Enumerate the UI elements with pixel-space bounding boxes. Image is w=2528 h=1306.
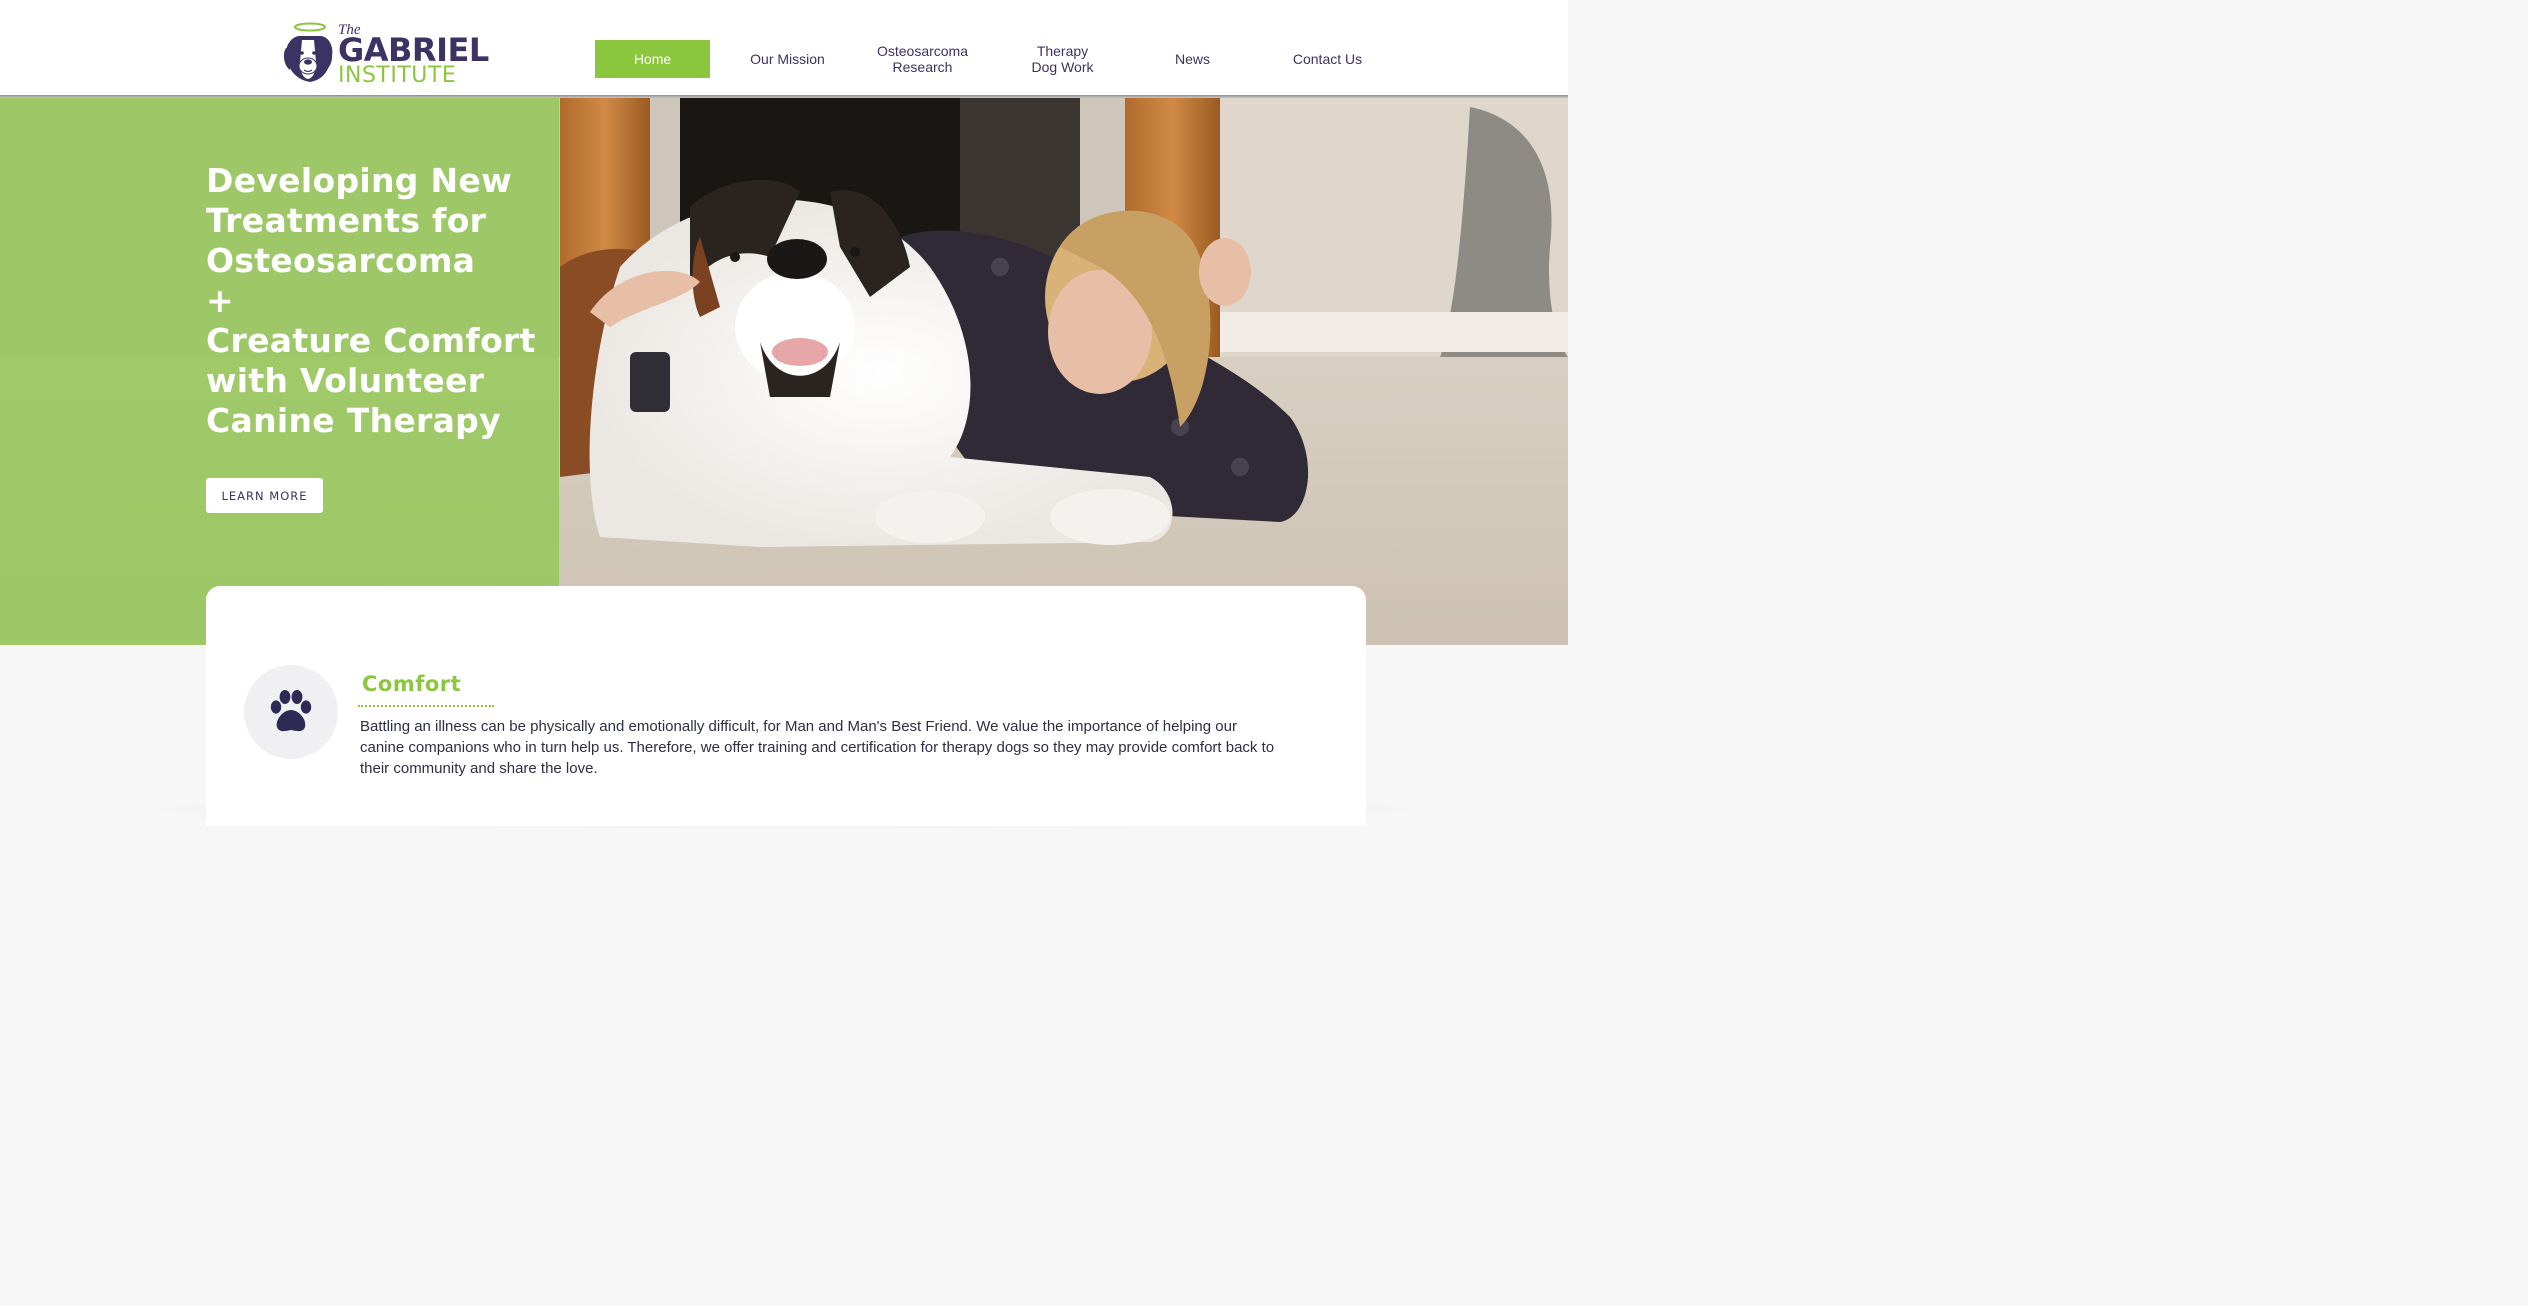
- nav-news[interactable]: News: [1135, 40, 1250, 78]
- section-title: Comfort: [362, 672, 462, 696]
- learn-more-button[interactable]: LEARN MORE: [206, 478, 323, 513]
- hero-title: Developing New Treatments for Osteosarco…: [206, 161, 536, 440]
- comfort-card: Comfort Battling an illness can be physi…: [206, 586, 1366, 826]
- paw-icon: [270, 690, 312, 732]
- logo-sub-text: INSTITUTE: [338, 63, 457, 88]
- nav-therapy-dog-work[interactable]: Therapy Dog Work: [1005, 40, 1120, 78]
- nav-contact-us[interactable]: Contact Us: [1270, 40, 1385, 78]
- section-title-underline: [358, 705, 494, 707]
- paw-icon-circle: [244, 665, 338, 759]
- section-body-text: Battling an illness can be physically an…: [360, 718, 1275, 777]
- site-logo[interactable]: The GABRIEL INSTITUTE: [280, 22, 489, 88]
- hero-banner: Developing New Treatments for Osteosarco…: [0, 97, 1568, 645]
- nav-home[interactable]: Home: [595, 40, 710, 78]
- header-divider: [0, 95, 1568, 98]
- nav-osteosarcoma-research[interactable]: Osteosarcoma Research: [865, 40, 980, 78]
- saint-bernard-logo-icon: [283, 22, 333, 82]
- site-header: The GABRIEL INSTITUTE Home Our Mission O…: [0, 0, 1568, 96]
- nav-our-mission[interactable]: Our Mission: [730, 40, 845, 78]
